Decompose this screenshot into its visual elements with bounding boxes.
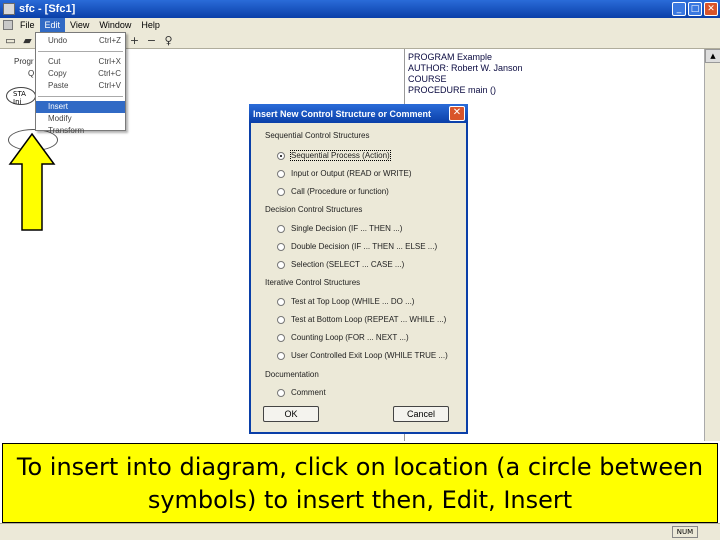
menu-window[interactable]: Window bbox=[94, 18, 136, 32]
minimize-icon[interactable]: _ bbox=[672, 2, 686, 16]
code-panel: PROGRAM Example AUTHOR: Robert W. Janson… bbox=[408, 52, 523, 96]
insert-structure-dialog: Insert New Control Structure or Comment … bbox=[249, 104, 468, 434]
window-title: sfc - [Sfc1] bbox=[19, 3, 76, 15]
menu-file[interactable]: File bbox=[15, 18, 40, 32]
option-sequential-process[interactable]: Sequential Process (Action) bbox=[277, 150, 391, 161]
menu-help[interactable]: Help bbox=[136, 18, 165, 32]
dialog-title: Insert New Control Structure or Comment bbox=[253, 108, 432, 119]
menu-item-copy[interactable]: Copy Ctrl+C bbox=[36, 68, 125, 80]
option-test-bottom-loop[interactable]: Test at Bottom Loop (REPEAT ... WHILE ..… bbox=[277, 315, 446, 324]
menu-item-modify[interactable]: Modify bbox=[36, 113, 125, 125]
menu-item-shortcut: Ctrl+C bbox=[98, 69, 121, 78]
open-icon[interactable]: ▰ bbox=[21, 34, 34, 47]
option-double-decision[interactable]: Double Decision (IF ... THEN ... ELSE ..… bbox=[277, 242, 437, 251]
menu-item-cut[interactable]: Cut Ctrl+X bbox=[36, 56, 125, 68]
instruction-caption: To insert into diagram, click on locatio… bbox=[2, 443, 718, 523]
menu-item-undo[interactable]: Undo Ctrl+Z bbox=[36, 35, 125, 47]
option-label: Input or Output (READ or WRITE) bbox=[291, 169, 412, 178]
option-label: Double Decision (IF ... THEN ... ELSE ..… bbox=[291, 242, 438, 251]
radio-button[interactable] bbox=[277, 260, 285, 269]
radio-button[interactable] bbox=[277, 169, 285, 178]
menu-separator bbox=[38, 96, 123, 97]
yellow-arrow-icon bbox=[8, 132, 56, 231]
menu-item-shortcut: Ctrl+Z bbox=[99, 36, 121, 45]
menu-view[interactable]: View bbox=[65, 18, 94, 32]
vertical-scrollbar[interactable]: ▲ bbox=[704, 49, 720, 441]
code-line: PROGRAM Example bbox=[408, 52, 493, 62]
radio-button[interactable] bbox=[277, 224, 285, 233]
radio-button[interactable] bbox=[277, 242, 285, 251]
radio-button[interactable] bbox=[277, 351, 285, 360]
code-line: COURSE bbox=[408, 74, 447, 84]
option-label: User Controlled Exit Loop (WHILE TRUE ..… bbox=[291, 351, 448, 360]
radio-button[interactable] bbox=[277, 315, 285, 324]
option-label: Sequential Process (Action) bbox=[290, 150, 391, 161]
menu-bar: File Edit View Window Help bbox=[0, 18, 720, 32]
group-label-documentation: Documentation bbox=[265, 370, 319, 379]
radio-button[interactable] bbox=[277, 388, 285, 397]
group-label-sequential: Sequential Control Structures bbox=[265, 131, 370, 140]
option-single-decision[interactable]: Single Decision (IF ... THEN ...) bbox=[277, 224, 402, 233]
window-controls: _ □ ✕ bbox=[672, 2, 718, 16]
cancel-button[interactable]: Cancel bbox=[393, 406, 449, 422]
minus-icon[interactable]: − bbox=[145, 34, 158, 47]
maximize-icon[interactable]: □ bbox=[688, 2, 702, 16]
menu-item-label: Cut bbox=[48, 57, 61, 66]
menu-item-label: Insert bbox=[48, 102, 69, 111]
menu-item-insert[interactable]: Insert bbox=[36, 101, 125, 113]
menu-item-paste[interactable]: Paste Ctrl+V bbox=[36, 80, 125, 92]
group-label-iterative: Iterative Control Structures bbox=[265, 278, 361, 287]
new-icon[interactable]: ▭ bbox=[4, 34, 17, 47]
dialog-close-icon[interactable]: ✕ bbox=[449, 106, 465, 121]
cursor-icon[interactable]: ♀ bbox=[162, 34, 175, 47]
start-sub-label: Ini bbox=[13, 98, 22, 106]
option-label: Selection (SELECT ... CASE ...) bbox=[291, 260, 405, 269]
option-label: Single Decision (IF ... THEN ...) bbox=[291, 224, 403, 233]
option-counting-loop[interactable]: Counting Loop (FOR ... NEXT ...) bbox=[277, 333, 409, 342]
option-label: Counting Loop (FOR ... NEXT ...) bbox=[291, 333, 409, 342]
status-pane: NUM bbox=[672, 526, 698, 538]
option-label: Comment bbox=[291, 388, 326, 397]
app-icon bbox=[3, 3, 15, 15]
option-selection[interactable]: Selection (SELECT ... CASE ...) bbox=[277, 260, 404, 269]
menu-item-label: Modify bbox=[48, 114, 72, 123]
dialog-title-bar: Insert New Control Structure or Comment bbox=[249, 104, 468, 123]
document-icon[interactable] bbox=[3, 20, 13, 30]
menu-edit[interactable]: Edit bbox=[39, 18, 66, 32]
plus-icon[interactable]: + bbox=[128, 34, 141, 47]
menu-item-shortcut: Ctrl+X bbox=[98, 57, 121, 66]
option-comment[interactable]: Comment bbox=[277, 388, 326, 397]
menu-item-shortcut: Ctrl+V bbox=[98, 81, 121, 90]
option-user-exit-loop[interactable]: User Controlled Exit Loop (WHILE TRUE ..… bbox=[277, 351, 448, 360]
menu-item-label: Paste bbox=[48, 81, 69, 90]
radio-button[interactable] bbox=[277, 333, 285, 342]
group-label-decision: Decision Control Structures bbox=[265, 205, 363, 214]
edit-menu-dropdown: Undo Ctrl+Z Cut Ctrl+X Copy Ctrl+C Paste… bbox=[35, 32, 126, 135]
ok-button[interactable]: OK bbox=[263, 406, 319, 422]
option-label: Test at Top Loop (WHILE ... DO ...) bbox=[291, 297, 415, 306]
diagram-label: Progr bbox=[14, 57, 34, 66]
start-symbol[interactable]: STA Ini bbox=[6, 87, 36, 106]
code-line: PROCEDURE main () bbox=[408, 85, 497, 95]
close-icon[interactable]: ✕ bbox=[704, 2, 718, 16]
option-call[interactable]: Call (Procedure or function) bbox=[277, 187, 389, 196]
scroll-up-icon[interactable]: ▲ bbox=[705, 49, 720, 63]
option-label: Test at Bottom Loop (REPEAT ... WHILE ..… bbox=[291, 315, 447, 324]
option-label: Call (Procedure or function) bbox=[291, 187, 389, 196]
radio-button[interactable] bbox=[277, 151, 285, 160]
radio-button[interactable] bbox=[277, 297, 285, 306]
radio-button[interactable] bbox=[277, 187, 285, 196]
menu-separator bbox=[38, 51, 123, 52]
start-label: STA bbox=[13, 90, 26, 98]
menu-item-label: Copy bbox=[48, 69, 67, 78]
status-bar: NUM bbox=[0, 523, 720, 540]
diagram-label: Q bbox=[28, 69, 35, 78]
menu-item-label: Undo bbox=[48, 36, 68, 45]
option-test-top-loop[interactable]: Test at Top Loop (WHILE ... DO ...) bbox=[277, 297, 414, 306]
code-line: AUTHOR: Robert W. Janson bbox=[408, 63, 523, 73]
title-bar: sfc - [Sfc1] _ □ ✕ bbox=[0, 0, 720, 18]
option-input-output[interactable]: Input or Output (READ or WRITE) bbox=[277, 169, 411, 178]
